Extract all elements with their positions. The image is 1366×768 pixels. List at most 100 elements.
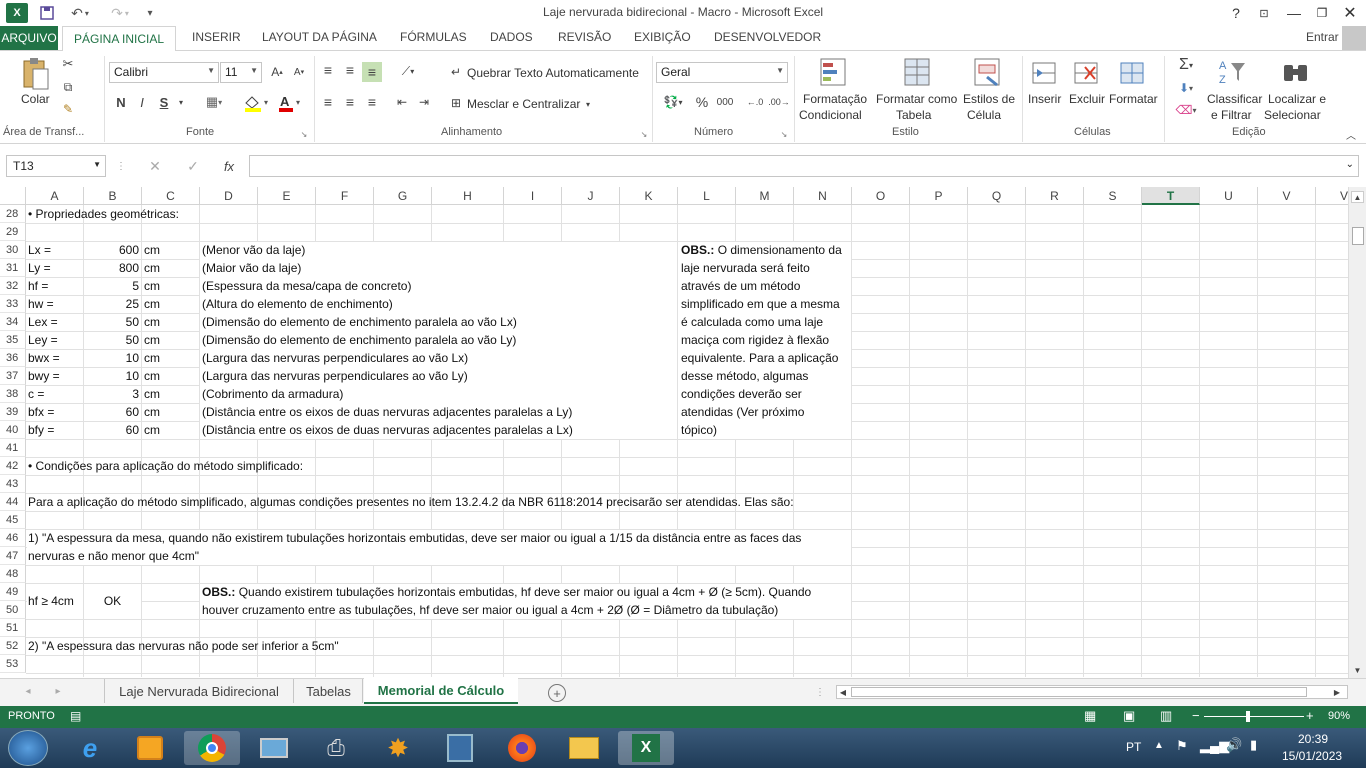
find-select-label-2[interactable]: Selecionar (1264, 108, 1321, 122)
autosum-icon[interactable]: Σ ▾ (1172, 56, 1200, 74)
align-right-icon[interactable]: ≡ (364, 94, 380, 110)
row-header[interactable]: 41 (0, 439, 26, 457)
underline-button[interactable]: S (157, 94, 171, 110)
col-header[interactable]: H (432, 187, 504, 205)
help-button[interactable]: ? (1222, 2, 1250, 24)
insert-cells-button[interactable]: Inserir (1028, 92, 1061, 106)
font-size-combo[interactable]: 11 ▼ (220, 62, 262, 83)
col-header[interactable]: J (562, 187, 620, 205)
row-header[interactable]: 52 (0, 637, 26, 655)
app-star-icon[interactable]: ✸ (370, 731, 426, 765)
tab-dados[interactable]: DADOS (488, 30, 535, 44)
sort-filter-label-2[interactable]: e Filtrar (1211, 108, 1252, 122)
col-header[interactable]: E (258, 187, 316, 205)
format-cells-button[interactable]: Formatar (1109, 92, 1158, 106)
align-center-icon[interactable]: ≡ (342, 94, 358, 110)
format-painter-icon[interactable]: ✎ (60, 101, 76, 117)
cell-styles-icon[interactable] (972, 56, 1004, 90)
restore-button[interactable]: ❐ (1308, 2, 1336, 24)
formula-input[interactable]: ⌄ (249, 155, 1359, 177)
horizontal-scrollbar[interactable] (836, 685, 1348, 699)
find-select-label-1[interactable]: Localizar e (1268, 92, 1326, 106)
add-sheet-icon[interactable]: + (548, 684, 566, 702)
sheet-tab-active[interactable]: Memorial de Cálculo (364, 678, 518, 704)
zoom-slider[interactable] (1204, 716, 1304, 717)
font-dialog-launcher-icon[interactable]: ↘ (300, 130, 308, 139)
row-header[interactable]: 36 (0, 349, 26, 367)
decrease-decimal-icon[interactable]: .00→ (768, 94, 790, 110)
video-editor-icon[interactable] (432, 731, 488, 765)
conditional-format-label-2[interactable]: Condicional (799, 108, 862, 122)
col-header[interactable]: F (316, 187, 374, 205)
row-header[interactable]: 32 (0, 277, 26, 295)
network-computer-icon[interactable] (246, 731, 302, 765)
col-header[interactable]: U (1200, 187, 1258, 205)
clock-date[interactable]: 15/01/2023 (1282, 749, 1342, 763)
col-header[interactable]: V (1258, 187, 1316, 205)
font-name-combo[interactable]: Calibri ▼ (109, 62, 219, 83)
merge-dropdown-icon[interactable]: ▾ (583, 99, 593, 109)
row-header[interactable]: 45 (0, 511, 26, 529)
col-header[interactable]: B (84, 187, 142, 205)
row-header[interactable]: 50 (0, 601, 26, 619)
row-header[interactable]: 43 (0, 475, 26, 493)
delete-cells-icon[interactable] (1072, 58, 1100, 88)
page-layout-icon[interactable]: ▣ (1123, 708, 1135, 724)
next-sheet-icon[interactable]: ▸ (50, 683, 66, 699)
cancel-edit-icon[interactable]: ✕ (146, 156, 164, 176)
zoom-slider-thumb[interactable] (1246, 711, 1250, 722)
percent-button[interactable]: % (694, 94, 710, 110)
col-header[interactable]: S (1084, 187, 1142, 205)
collapse-ribbon-icon[interactable]: ︿ (1344, 128, 1358, 142)
select-all-corner[interactable] (0, 187, 26, 205)
col-header[interactable]: R (1026, 187, 1084, 205)
media-player-icon[interactable] (122, 731, 178, 765)
col-header-selected[interactable]: T (1142, 187, 1200, 205)
thousands-button[interactable]: 000 (714, 94, 736, 110)
merge-center-icon[interactable]: ⊞ (448, 95, 464, 111)
orientation-icon[interactable]: ⟋ ▾ (394, 62, 422, 80)
row-header[interactable]: 49 (0, 583, 26, 601)
row-header[interactable]: 53 (0, 655, 26, 673)
row-header[interactable]: 47 (0, 547, 26, 565)
underline-dropdown-icon[interactable]: ▾ (176, 96, 186, 108)
wrap-text-icon[interactable]: ↵ (448, 64, 464, 80)
col-header[interactable]: P (910, 187, 968, 205)
signin-link[interactable]: Entrar (1304, 30, 1341, 44)
scroll-left-icon[interactable]: ◀ (838, 686, 848, 698)
zoom-in-icon[interactable]: + (1306, 708, 1314, 723)
row-header[interactable]: 28 (0, 205, 26, 223)
chrome-icon[interactable] (184, 731, 240, 765)
tab-layout[interactable]: LAYOUT DA PÁGINA (260, 30, 379, 44)
scroll-up-icon[interactable]: ▲ (1351, 191, 1364, 203)
page-break-icon[interactable]: ▥ (1160, 708, 1172, 724)
sheet-tab[interactable]: Laje Nervurada Bidirecional (104, 679, 294, 703)
increase-decimal-icon[interactable]: ←.0 (746, 94, 764, 110)
col-header[interactable]: D (200, 187, 258, 205)
conditional-format-label-1[interactable]: Formatação (803, 92, 867, 106)
col-header[interactable]: C (142, 187, 200, 205)
row-header[interactable]: 29 (0, 223, 26, 241)
worksheet-grid[interactable]: A B C D E F G H I J K L M N O P Q R S T … (0, 187, 1348, 677)
minimize-button[interactable]: — (1280, 2, 1308, 24)
insert-function-button[interactable]: fx (218, 156, 240, 176)
number-dialog-launcher-icon[interactable]: ↘ (780, 130, 788, 139)
delete-cells-button[interactable]: Excluir (1069, 92, 1105, 106)
borders-icon[interactable]: ▦ ▾ (200, 94, 228, 110)
power-icon[interactable]: ▮ (1250, 737, 1257, 753)
scroll-thumb[interactable] (1352, 227, 1364, 245)
row-header[interactable]: 48 (0, 565, 26, 583)
internet-explorer-icon[interactable]: e (62, 731, 118, 765)
align-bottom-icon[interactable]: ≡ (362, 62, 382, 82)
row-header[interactable]: 42 (0, 457, 26, 475)
col-header[interactable]: G (374, 187, 432, 205)
tab-formulas[interactable]: FÓRMULAS (398, 30, 469, 44)
row-header[interactable]: 38 (0, 385, 26, 403)
scanner-icon[interactable]: ⎙ (308, 731, 364, 765)
confirm-edit-icon[interactable]: ✓ (184, 156, 202, 176)
tab-arquivo[interactable]: ARQUIVO (0, 26, 58, 50)
tab-split-grip-icon[interactable]: ⋮ (815, 685, 825, 699)
excel-taskbar-icon[interactable]: X (618, 731, 674, 765)
cell-styles-label-1[interactable]: Estilos de (963, 92, 1015, 106)
increase-indent-icon[interactable]: ⇥ (416, 94, 432, 110)
